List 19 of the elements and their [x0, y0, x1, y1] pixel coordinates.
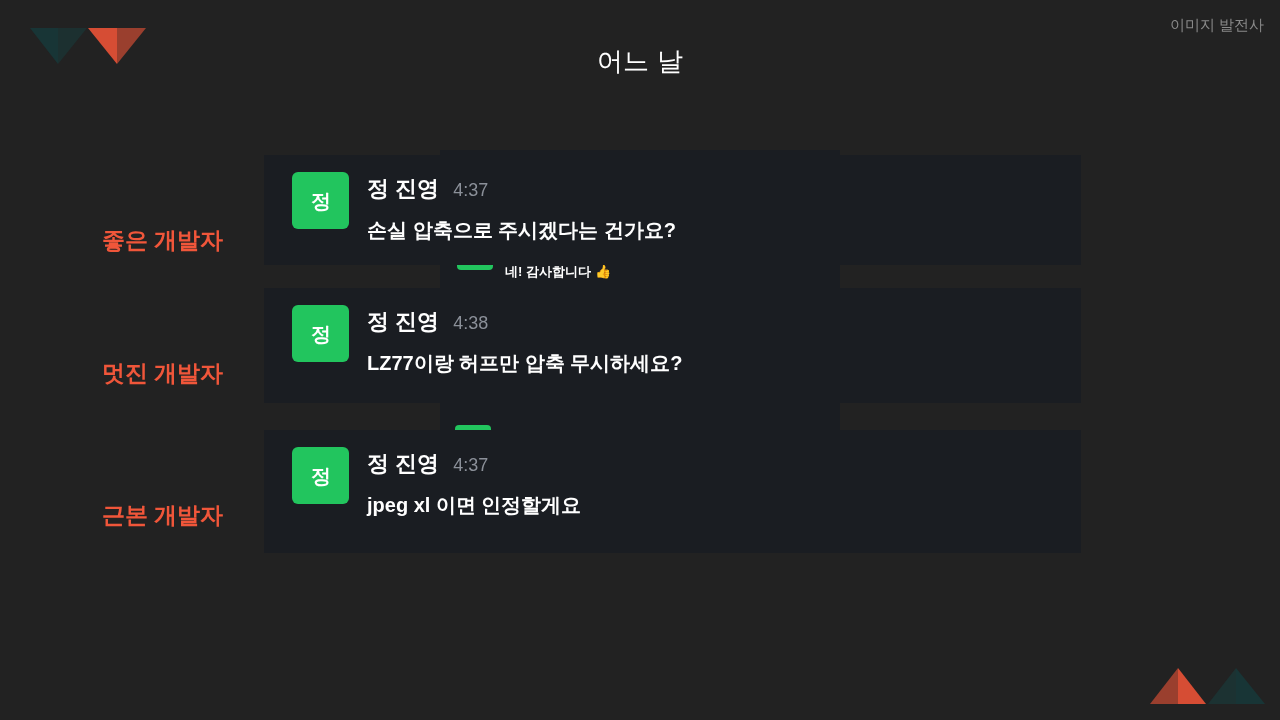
timestamp: 4:37 — [453, 179, 489, 202]
row-label: 멋진 개발자 — [102, 360, 224, 386]
sender-name: 정 진영 — [367, 450, 440, 478]
chat-message: 손실 압축으로 주시겠다는 건가요? — [367, 218, 676, 243]
timestamp: 4:38 — [453, 312, 489, 335]
chat-message: LZ77이랑 허프만 압축 무시하세요? — [367, 351, 683, 376]
timestamp: 4:37 — [453, 454, 489, 477]
sender-name: 정 진영 — [367, 308, 440, 336]
avatar: 정 — [292, 172, 349, 229]
brand-text: 이미지 발전사 — [1169, 15, 1264, 35]
avatar: 정 — [292, 305, 349, 362]
chat-message: 네! 감사합니다 👍 — [505, 263, 611, 281]
avatar-strip — [455, 425, 491, 430]
slide-title: 어느 날 — [597, 45, 683, 78]
row-label: 좋은 개발자 — [102, 227, 224, 253]
avatar: 정 — [292, 447, 349, 504]
row-label: 근본 개발자 — [102, 502, 224, 528]
sender-name: 정 진영 — [367, 175, 440, 203]
chat-message: jpeg xl 이면 인정할게요 — [367, 493, 582, 518]
